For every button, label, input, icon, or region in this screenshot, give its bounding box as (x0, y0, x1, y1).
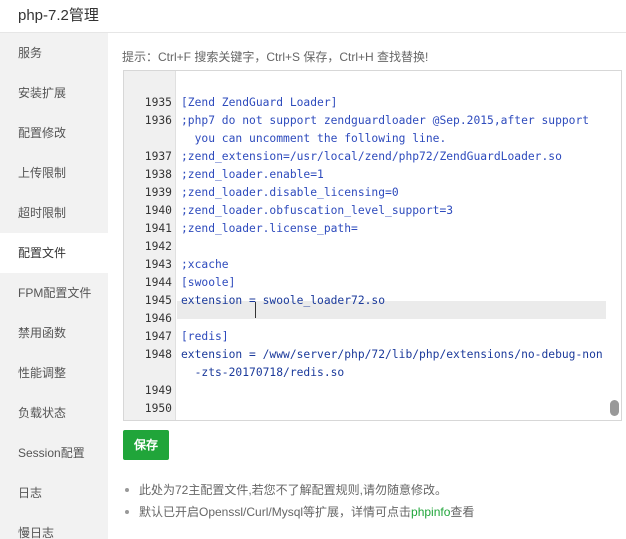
code-line: extension = /www/server/php/72/lib/php/e… (181, 348, 603, 361)
code-line: [Zend ZendGuard Loader] (181, 96, 338, 109)
line-number: 1938 (144, 168, 172, 181)
sidebar-item-disabled-functions[interactable]: 禁用函数 (0, 313, 108, 353)
sidebar-item-upload-limit[interactable]: 上传限制 (0, 153, 108, 193)
sidebar-item-slow-log[interactable]: 慢日志 (0, 513, 108, 539)
main-panel: 提示：Ctrl+F 搜索关键字，Ctrl+S 保存，Ctrl+H 查找替换! 1… (108, 33, 626, 539)
line-number: 1948 (144, 348, 172, 361)
code-content[interactable]: 1934 1935 [Zend ZendGuard Loader] 1936 ;… (124, 71, 621, 420)
sidebar-item-timeout-limit[interactable]: 超时限制 (0, 193, 108, 233)
code-line: ;zend_loader.license_path= (181, 222, 358, 235)
sidebar-item-config-file[interactable]: 配置文件 (0, 233, 108, 273)
sidebar-item-config-edit[interactable]: 配置修改 (0, 113, 108, 153)
line-number: 1950 (144, 402, 172, 415)
save-button[interactable]: 保存 (123, 430, 169, 460)
code-line: [swoole] (181, 276, 236, 289)
text-cursor (255, 302, 256, 318)
editor-scrollbar[interactable] (608, 71, 621, 420)
scrollbar-thumb[interactable] (610, 400, 619, 416)
line-number: 1942 (144, 240, 172, 253)
note-text: 此处为72主配置文件,若您不了解配置规则,请勿随意修改。 (139, 483, 448, 497)
line-number: 1935 (144, 96, 172, 109)
code-editor[interactable]: 1934 1935 [Zend ZendGuard Loader] 1936 ;… (123, 70, 622, 421)
title-bar: php-7.2管理 (0, 0, 626, 33)
code-line: ;php7 do not support zendguardloader @Se… (181, 114, 590, 127)
line-number: 1949 (144, 384, 172, 397)
code-line: -zts-20170718/redis.so (181, 366, 345, 379)
code-line: ;zend_loader.enable=1 (181, 168, 324, 181)
code-line: ;zend_loader.disable_licensing=0 (181, 186, 399, 199)
line-number: 1940 (144, 204, 172, 217)
line-number: 1936 (144, 114, 172, 127)
code-line: you can uncomment the following line. (181, 132, 447, 145)
notes-list: 此处为72主配置文件,若您不了解配置规则,请勿随意修改。 默认已开启Openss… (123, 479, 474, 523)
line-number: 1937 (144, 150, 172, 163)
line-number: 1944 (144, 276, 172, 289)
sidebar-item-load-status[interactable]: 负载状态 (0, 393, 108, 433)
code-line: extension = swoole_loader72.so (181, 294, 386, 307)
code-line: [redis] (181, 330, 229, 343)
line-number: 1947 (144, 330, 172, 343)
note-text: 默认已开启Openssl/Curl/Mysql等扩展，详情可点击 (139, 505, 412, 519)
shortcut-hint: 提示：Ctrl+F 搜索关键字，Ctrl+S 保存，Ctrl+H 查找替换! (122, 50, 429, 64)
sidebar-item-log[interactable]: 日志 (0, 473, 108, 513)
sidebar: 服务 安装扩展 配置修改 上传限制 超时限制 配置文件 FPM配置文件 禁用函数… (0, 33, 108, 539)
sidebar-item-install-extensions[interactable]: 安装扩展 (0, 73, 108, 113)
window-title: php-7.2管理 (18, 7, 99, 24)
note-extensions: 默认已开启Openssl/Curl/Mysql等扩展，详情可点击phpinfo查… (123, 501, 474, 523)
code-line: ;zend_loader.obfuscation_level_support=3 (181, 204, 454, 217)
code-line: ;xcache (181, 258, 229, 271)
code-line: ;zend_extension=/usr/local/zend/php72/Ze… (181, 150, 562, 163)
line-number: 1934 (124, 71, 172, 76)
sidebar-item-session-config[interactable]: Session配置 (0, 433, 108, 473)
sidebar-item-fpm-config[interactable]: FPM配置文件 (0, 273, 108, 313)
line-number: 1945 (144, 294, 172, 307)
line-number: 1946 (144, 312, 172, 325)
line-number: 1939 (144, 186, 172, 199)
note-text-suffix: 查看 (450, 505, 475, 519)
line-number: 1943 (144, 258, 172, 271)
sidebar-item-performance[interactable]: 性能调整 (0, 353, 108, 393)
line-number: 1941 (144, 222, 172, 235)
note-config-warning: 此处为72主配置文件,若您不了解配置规则,请勿随意修改。 (123, 479, 474, 501)
phpinfo-link[interactable]: phpinfo (411, 505, 450, 519)
sidebar-item-service[interactable]: 服务 (0, 33, 108, 73)
